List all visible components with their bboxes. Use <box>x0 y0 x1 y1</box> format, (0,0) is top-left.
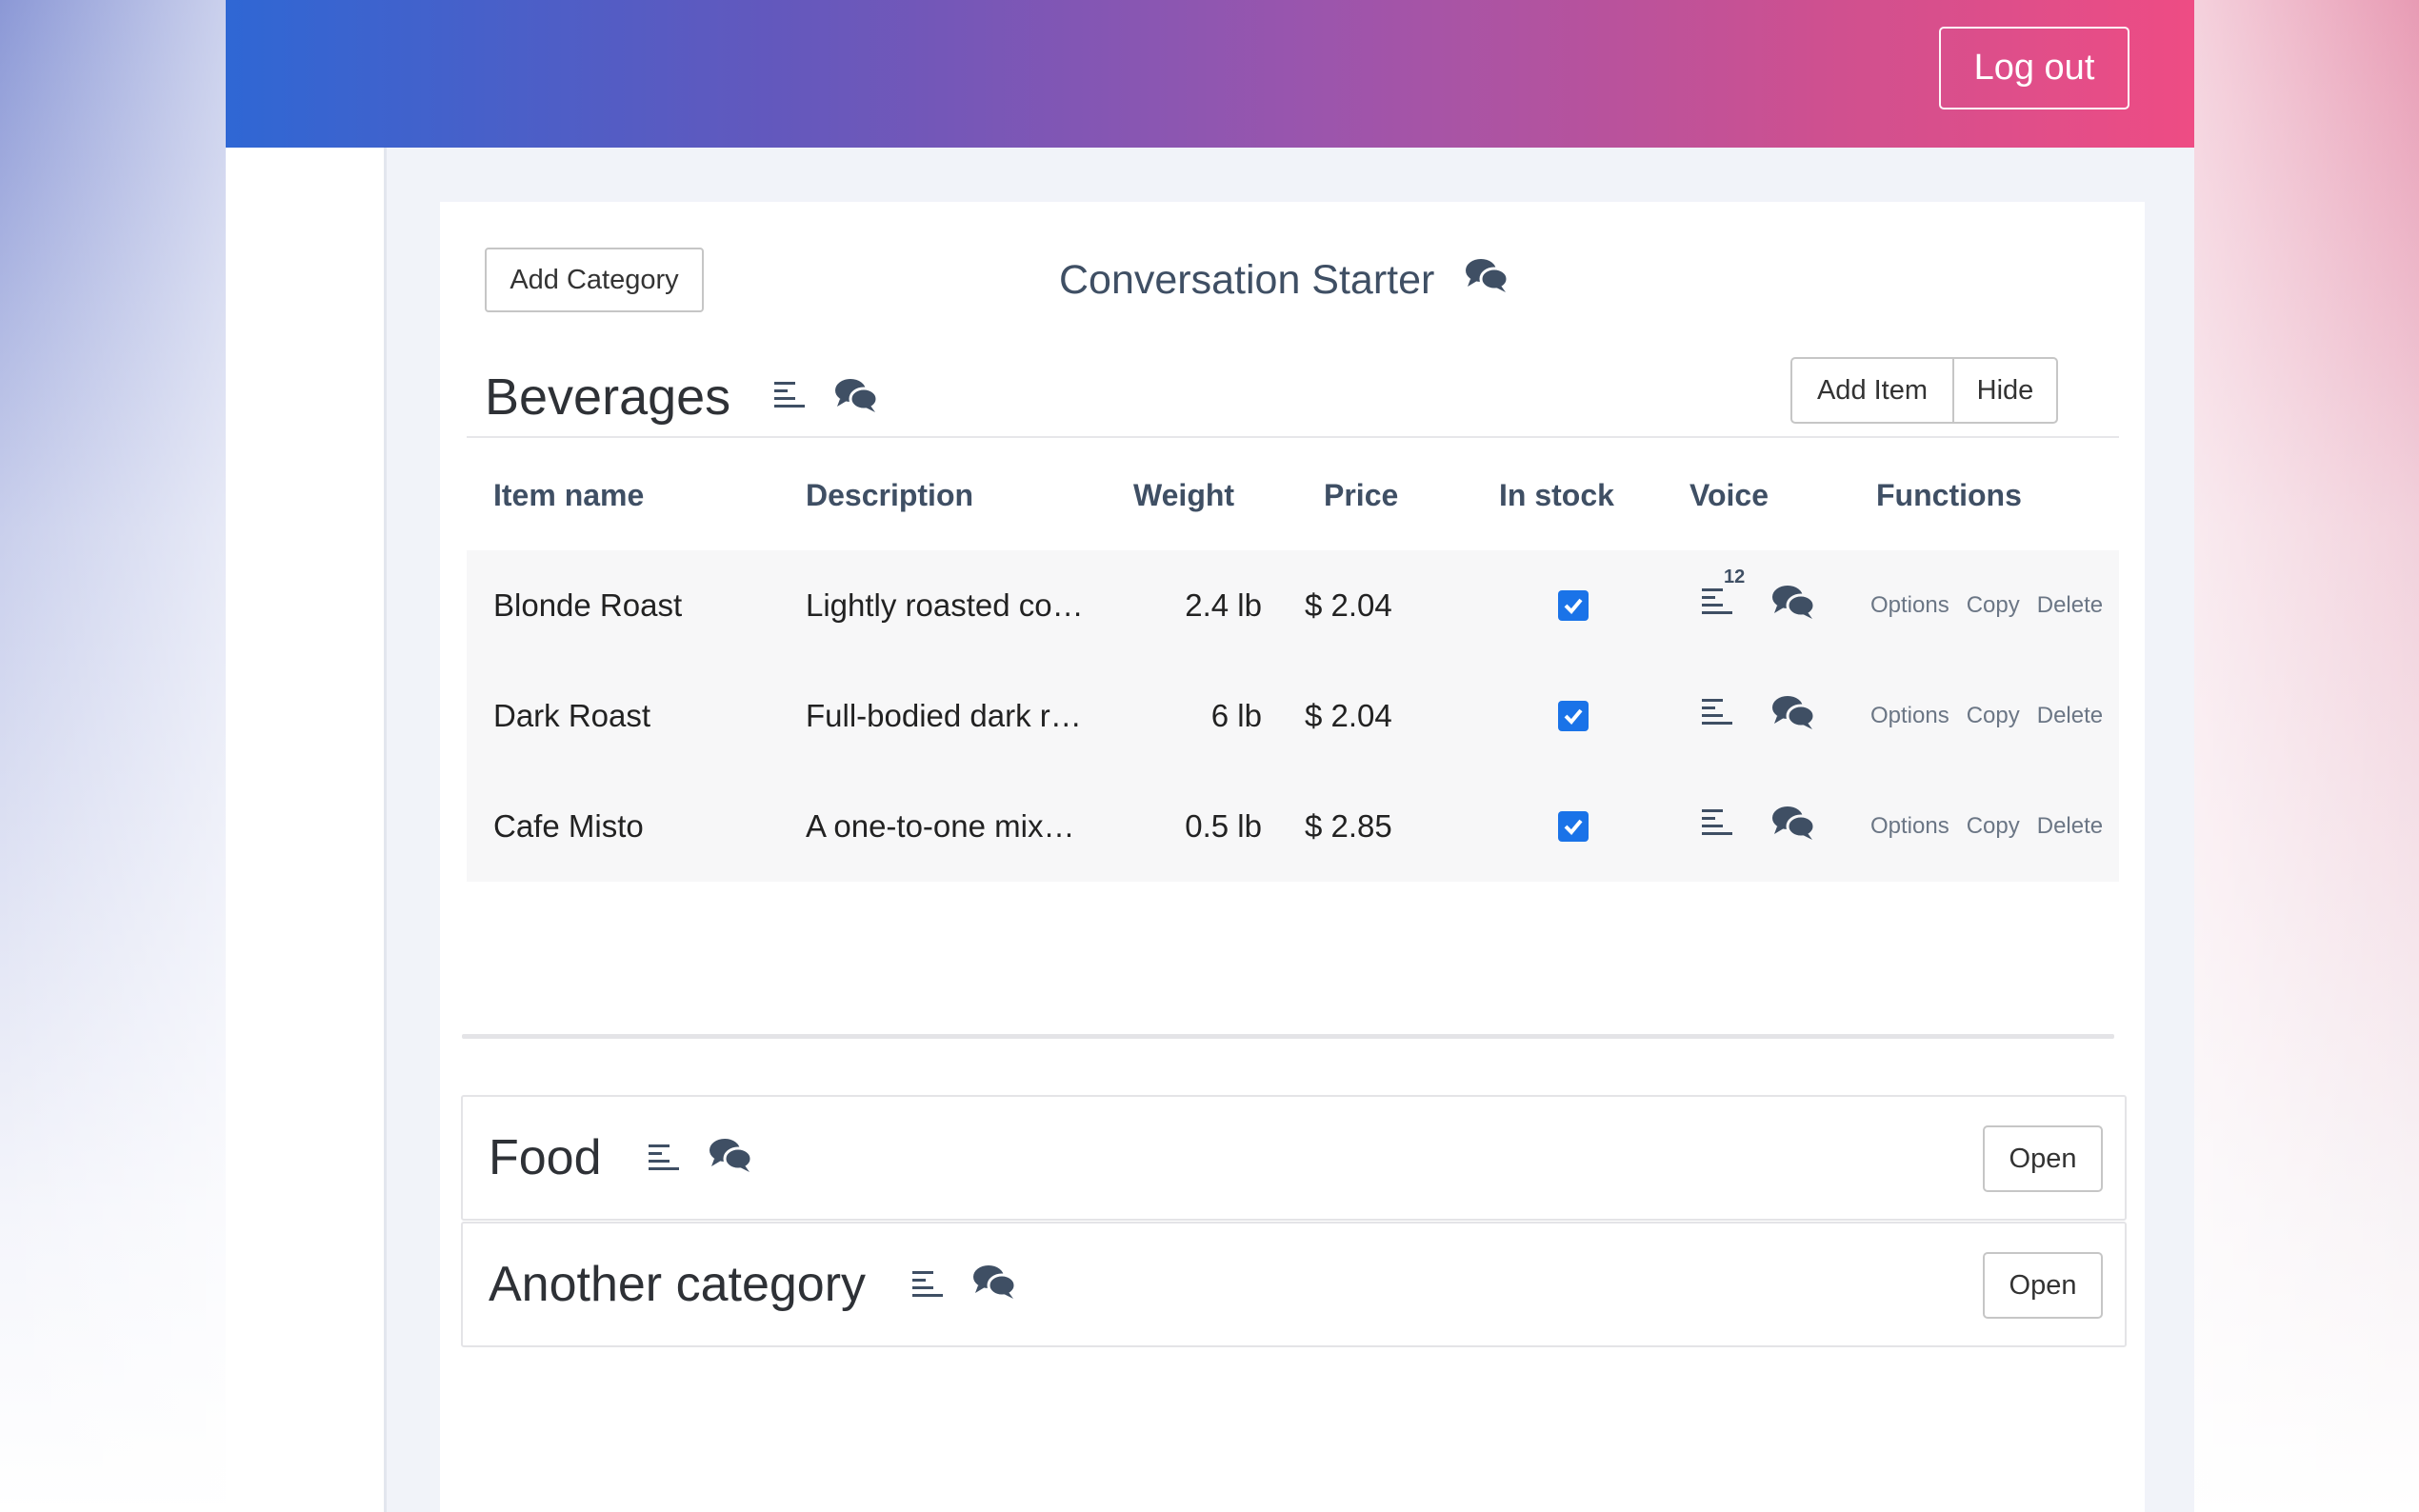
conversation-starter: Conversation Starter <box>1059 251 1509 308</box>
add-item-button[interactable]: Add Item <box>1792 359 1954 422</box>
conversation-starter-title: Conversation Starter <box>1059 256 1435 303</box>
item-name: Cafe Misto <box>493 808 644 844</box>
options-link[interactable]: Options <box>1870 813 1949 840</box>
copy-link[interactable]: Copy <box>1967 703 2020 729</box>
open-button[interactable]: Open <box>1983 1125 2103 1192</box>
options-link[interactable]: Options <box>1870 592 1949 619</box>
logout-button[interactable]: Log out <box>1939 27 2129 109</box>
item-name: Dark Roast <box>493 698 651 733</box>
item-weight: 6 lb <box>1210 698 1262 733</box>
column-header-in-stock: In stock <box>1499 478 1614 512</box>
column-header-price: Price <box>1324 478 1399 512</box>
copy-link[interactable]: Copy <box>1967 813 2020 840</box>
checkmark-icon <box>1564 819 1583 835</box>
chat-bubbles-icon[interactable] <box>1771 583 1816 628</box>
category-card-another: Another category Open <box>461 1222 2127 1347</box>
category-title: Beverages <box>485 368 731 426</box>
item-price: $ 2.04 <box>1305 698 1392 733</box>
column-header-functions: Functions <box>1876 478 2022 512</box>
category-actions: Add Item Hide <box>1790 357 2058 424</box>
text-lines-icon[interactable] <box>648 1129 680 1186</box>
sidebar <box>226 148 387 1512</box>
item-description: A one-to-one mix… <box>806 808 1075 844</box>
chat-bubbles-icon[interactable] <box>972 1256 1017 1313</box>
add-category-button[interactable]: Add Category <box>485 248 704 312</box>
table-row: Blonde Roast Lightly roasted co… 2.4 lb … <box>467 550 2119 661</box>
item-price: $ 2.85 <box>1305 808 1392 844</box>
chat-bubbles-icon[interactable] <box>1465 256 1509 305</box>
text-lines-icon[interactable] <box>1701 696 1733 736</box>
column-header-item-name: Item name <box>493 478 645 512</box>
in-stock-checkbox[interactable] <box>1558 811 1589 842</box>
item-price: $ 2.04 <box>1305 587 1392 623</box>
text-lines-icon[interactable] <box>1701 806 1733 846</box>
checkmark-icon <box>1564 708 1583 725</box>
column-header-weight: Weight <box>1133 478 1235 512</box>
app-window: Log out Add Category Conversation Starte… <box>226 0 2194 1512</box>
delete-link[interactable]: Delete <box>2037 703 2103 729</box>
checkmark-icon <box>1564 598 1583 614</box>
category-title: Another category <box>489 1257 867 1312</box>
menu-panel: Add Category Conversation Starter Bevera… <box>440 202 2145 1512</box>
item-weight: 2.4 lb <box>1185 587 1262 623</box>
table-row: Dark Roast Full-bodied dark r… 6 lb $ 2.… <box>467 661 2119 771</box>
item-description: Lightly roasted co… <box>806 587 1084 623</box>
column-header-description: Description <box>806 478 974 512</box>
chat-bubbles-icon[interactable] <box>709 1129 753 1186</box>
table-header: Item name Description Weight Price In st… <box>467 478 2119 535</box>
chat-bubbles-icon[interactable] <box>834 376 879 419</box>
text-lines-icon[interactable]: 12 <box>1701 567 1745 626</box>
hide-button[interactable]: Hide <box>1954 359 2056 422</box>
category-title: Food <box>489 1130 602 1185</box>
voice-count-badge: 12 <box>1724 567 1746 587</box>
item-weight: 0.5 lb <box>1185 808 1262 844</box>
open-button[interactable]: Open <box>1983 1252 2103 1319</box>
item-description: Full-bodied dark r… <box>806 698 1082 733</box>
in-stock-checkbox[interactable] <box>1558 590 1589 621</box>
table-row: Cafe Misto A one-to-one mix… 0.5 lb $ 2.… <box>467 771 2119 882</box>
delete-link[interactable]: Delete <box>2037 813 2103 840</box>
in-stock-checkbox[interactable] <box>1558 701 1589 731</box>
chat-bubbles-icon[interactable] <box>1771 804 1816 849</box>
item-name: Blonde Roast <box>493 587 683 623</box>
copy-link[interactable]: Copy <box>1967 592 2020 619</box>
chat-bubbles-icon[interactable] <box>1771 693 1816 739</box>
category-header-beverages: Beverages <box>485 354 879 440</box>
section-divider <box>462 1034 2114 1039</box>
column-header-voice: Voice <box>1689 478 1769 512</box>
divider <box>467 436 2119 438</box>
options-link[interactable]: Options <box>1870 703 1949 729</box>
delete-link[interactable]: Delete <box>2037 592 2103 619</box>
text-lines-icon[interactable] <box>911 1256 944 1313</box>
text-lines-icon[interactable] <box>773 379 806 416</box>
top-bar: Log out <box>226 0 2194 148</box>
category-card-food: Food Open <box>461 1095 2127 1221</box>
